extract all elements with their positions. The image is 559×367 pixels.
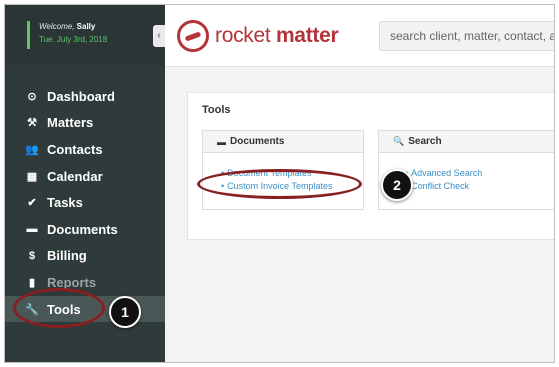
folder-icon: ▬ — [26, 223, 38, 236]
dollar-icon: $ — [28, 249, 36, 262]
step1-highlight-ring — [13, 288, 105, 328]
folder-icon: ▬ — [217, 136, 226, 147]
top-header: rocket matter search client, matter, con… — [165, 5, 554, 67]
contacts-icon: 👥 — [25, 143, 39, 156]
sidebar-item-label: Billing — [47, 248, 87, 264]
welcome-accent-bar — [27, 21, 30, 49]
sidebar-item-label: Documents — [47, 221, 118, 237]
step1-badge: 1 — [109, 296, 141, 328]
search-card-title: Search — [408, 136, 442, 147]
step2-highlight-ring — [197, 169, 362, 199]
search-icon: 🔍 — [393, 136, 405, 146]
sidebar-item-label: Contacts — [47, 141, 103, 157]
advanced-search-link[interactable]: •Advanced Search — [405, 168, 482, 178]
conflict-check-link[interactable]: •Conflict Check — [405, 181, 469, 191]
search-card-header: 🔍 Search — [379, 131, 554, 153]
sidebar-item-label: Dashboard — [47, 88, 115, 104]
page-title: Tools — [202, 104, 231, 116]
tools-panel: Tools ▬ Documents • Document Templates • C… — [187, 92, 554, 240]
logo-word-matter: matter — [275, 24, 339, 47]
logo-word-rocket: rocket — [215, 24, 271, 47]
sidebar-item-documents[interactable]: ▬ Documents — [5, 216, 165, 243]
welcome-text: Welcome, Sally — [39, 22, 95, 31]
sidebar-nav: ⊙ Dashboard ⚒ Matters 👥 Contacts ▦ Calen… — [5, 83, 165, 323]
step2-badge: 2 — [381, 169, 413, 201]
collapse-sidebar-button[interactable]: ‹ — [153, 25, 165, 47]
app-logo[interactable]: rocket matter — [215, 24, 339, 48]
global-search-input[interactable]: search client, matter, contact, act — [379, 21, 554, 51]
documents-card-title: Documents — [230, 136, 285, 147]
bar-chart-icon: ▮ — [28, 276, 36, 289]
sidebar-item-label: Tasks — [47, 195, 83, 211]
dashboard-icon: ⊙ — [27, 90, 37, 103]
welcome-date: Tue. July 3rd, 2018 — [39, 35, 108, 44]
calendar-icon: ▦ — [26, 170, 38, 183]
sidebar-item-matters[interactable]: ⚒ Matters — [5, 110, 165, 137]
user-name: Sally — [76, 22, 96, 31]
rocket-logo-icon — [177, 20, 209, 52]
sidebar-item-tasks[interactable]: ✔ Tasks — [5, 189, 165, 216]
welcome-panel: Welcome, Sally Tue. July 3rd, 2018 — [5, 5, 165, 65]
sidebar-item-calendar[interactable]: ▦ Calendar — [5, 163, 165, 190]
sidebar-item-label: Matters — [47, 115, 94, 131]
gavel-icon: ⚒ — [27, 117, 37, 130]
sidebar-item-contacts[interactable]: 👥 Contacts — [5, 136, 165, 163]
sidebar-item-dashboard[interactable]: ⊙ Dashboard — [5, 83, 165, 110]
welcome-prefix: Welcome, — [39, 22, 75, 31]
app-window: Welcome, Sally Tue. July 3rd, 2018 ‹ ⊙ D… — [4, 4, 555, 363]
documents-card-header: ▬ Documents — [203, 131, 363, 153]
checkmark-icon: ✔ — [27, 197, 37, 210]
sidebar-item-label: Calendar — [47, 168, 103, 184]
sidebar-item-billing[interactable]: $ Billing — [5, 243, 165, 270]
